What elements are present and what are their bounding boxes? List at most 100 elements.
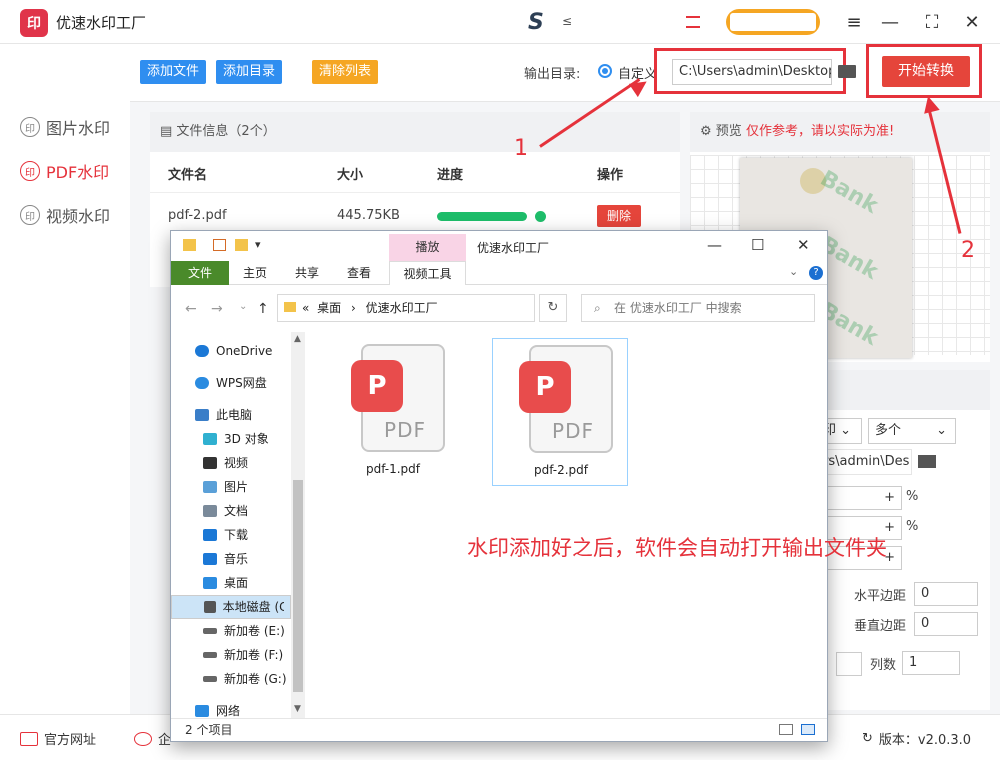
drive-icon: [203, 652, 217, 658]
tree-item-drive-e[interactable]: 新加卷 (E:): [171, 619, 291, 643]
tree-item-documents[interactable]: 文档: [171, 499, 291, 523]
new-folder-icon[interactable]: [235, 239, 248, 251]
tree-item-music[interactable]: 音乐: [171, 547, 291, 571]
folder-icon[interactable]: [838, 65, 856, 78]
nav-pdf-watermark[interactable]: 印 PDF水印: [20, 158, 109, 184]
qq-link[interactable]: 企: [134, 729, 171, 748]
add-file-button[interactable]: 添加文件: [140, 60, 207, 84]
video-icon: [203, 457, 217, 469]
pdf-type-text: PDF: [552, 419, 594, 443]
file-size: 445.75KB: [337, 208, 400, 223]
file-item-pdf-1[interactable]: P PDF pdf-1.pdf: [325, 338, 461, 486]
maximize-button[interactable]: ⛶: [920, 10, 944, 34]
custom-dir-radio[interactable]: [598, 64, 612, 78]
tree-item-onedrive[interactable]: OneDrive: [171, 339, 291, 363]
large-icons-view-icon[interactable]: [801, 724, 815, 735]
scroll-down-icon[interactable]: ▼: [294, 704, 301, 714]
help-icon[interactable]: ?: [809, 266, 823, 280]
properties-icon[interactable]: [213, 239, 226, 251]
ribbon-expand-icon[interactable]: ⌄: [789, 265, 798, 278]
h-margin-stepper[interactable]: 0: [914, 582, 978, 606]
address-bar[interactable]: « 桌面 › 优速水印工厂: [277, 294, 535, 322]
tree-item-downloads[interactable]: 下载: [171, 523, 291, 547]
close-button[interactable]: ✕: [960, 10, 984, 34]
nav-label: PDF水印: [46, 163, 110, 182]
left-nav: 印 图片水印 印 PDF水印 印 视频水印: [0, 44, 130, 714]
back-arrow-icon[interactable]: ←: [185, 301, 197, 317]
tab-share[interactable]: 共享: [285, 261, 329, 285]
annotation-message: 水印添加好之后，软件会自动打开输出文件夹: [467, 536, 887, 560]
pdf-file-icon: P PDF: [351, 344, 445, 452]
tree-item-wps[interactable]: WPS网盘: [171, 371, 291, 395]
tree-item-this-pc[interactable]: 此电脑: [171, 403, 291, 427]
recent-dropdown-icon[interactable]: ⌄: [239, 301, 247, 312]
quick-access-dropdown[interactable]: ▾: [255, 238, 261, 251]
preview-header: ⚙ 预览 仅作参考，请以实际为准!: [690, 112, 990, 152]
annotation-number-2: 2: [961, 238, 975, 263]
add-directory-button[interactable]: 添加目录: [216, 60, 283, 84]
explorer-close-button[interactable]: ✕: [797, 236, 810, 254]
folder-icon[interactable]: [918, 455, 936, 468]
v-margin-stepper[interactable]: 0: [914, 612, 978, 636]
forward-arrow-icon[interactable]: →: [211, 301, 223, 317]
tree-item-pictures[interactable]: 图片: [171, 475, 291, 499]
h-margin-label: 水平边距: [854, 589, 907, 604]
ctx-tab-play[interactable]: 播放: [389, 234, 466, 261]
details-view-icon[interactable]: [779, 724, 793, 735]
file-name: pdf-2.pdf: [168, 208, 227, 223]
percent-label: %: [906, 489, 919, 504]
cols-stepper[interactable]: 1: [902, 651, 960, 675]
scroll-thumb[interactable]: [293, 480, 303, 692]
tab-file[interactable]: 文件: [171, 261, 229, 285]
tree-item-drive-g[interactable]: 新加卷 (G:): [171, 667, 291, 691]
nav-image-watermark[interactable]: 印 图片水印: [20, 114, 110, 140]
cloud-icon: [195, 377, 209, 389]
user-icon[interactable]: [686, 16, 700, 28]
cols-label: 列数: [870, 658, 897, 673]
tree-item-3d[interactable]: 3D 对象: [171, 427, 291, 451]
watermark-path-input[interactable]: rs\admin\Des: [816, 449, 912, 475]
network-icon: [195, 705, 209, 717]
preview-warning: 仅作参考，请以实际为准!: [745, 124, 895, 139]
nav-video-watermark[interactable]: 印 视频水印: [20, 202, 110, 228]
clear-list-button[interactable]: 清除列表: [312, 60, 379, 84]
watermark-icon: 印: [20, 205, 40, 225]
login-button[interactable]: [726, 9, 820, 35]
up-arrow-icon[interactable]: ↑: [257, 301, 269, 317]
music-icon: [203, 553, 217, 565]
path-desktop[interactable]: 桌面: [317, 301, 341, 315]
refresh-icon: ↻: [862, 731, 873, 746]
tree-item-desktop[interactable]: 桌面: [171, 571, 291, 595]
drive-icon: [204, 601, 216, 613]
rows-stepper[interactable]: [836, 652, 862, 676]
nav-label: 图片水印: [46, 119, 111, 138]
col-filename: 文件名: [168, 168, 208, 183]
official-site-link[interactable]: 官方网址: [20, 729, 96, 748]
explorer-minimize-button[interactable]: —: [707, 236, 722, 254]
explorer-maximize-button[interactable]: ☐: [751, 236, 764, 254]
scroll-up-icon[interactable]: ▲: [294, 334, 301, 344]
tree-item-drive-f[interactable]: 新加卷 (F:): [171, 643, 291, 667]
start-convert-button[interactable]: 开始转换: [882, 56, 970, 87]
annotation-number-1: 1: [514, 136, 528, 161]
tree-item-videos[interactable]: 视频: [171, 451, 291, 475]
watermark-icon: 印: [20, 117, 40, 137]
path-app-folder[interactable]: 优速水印工厂: [366, 301, 438, 315]
delete-button[interactable]: 删除: [597, 205, 641, 227]
menu-icon[interactable]: ≡: [842, 10, 866, 34]
refresh-button[interactable]: ↻: [539, 294, 567, 322]
tab-video-tools[interactable]: 视频工具: [389, 261, 466, 285]
col-progress: 进度: [437, 168, 464, 183]
file-item-pdf-2[interactable]: P PDF pdf-2.pdf: [492, 338, 628, 486]
folder-icon: [284, 302, 296, 312]
watermark-count-select[interactable]: 多个 ⌄: [868, 418, 956, 444]
tab-home[interactable]: 主页: [233, 261, 277, 285]
opacity-stepper[interactable]: +: [826, 486, 902, 510]
search-input[interactable]: ⌕ 在 优速水印工厂 中搜索: [581, 294, 815, 322]
tree-scrollbar[interactable]: ▲ ▼: [291, 332, 305, 718]
navigation-tree: OneDrive WPS网盘 此电脑 3D 对象 视频 图片 文档 下载 音乐 …: [171, 332, 305, 718]
tree-item-drive-c[interactable]: 本地磁盘 (C:): [171, 595, 291, 619]
cube-icon: [203, 433, 217, 445]
tab-view[interactable]: 查看: [337, 261, 381, 285]
minimize-button[interactable]: —: [878, 10, 902, 34]
